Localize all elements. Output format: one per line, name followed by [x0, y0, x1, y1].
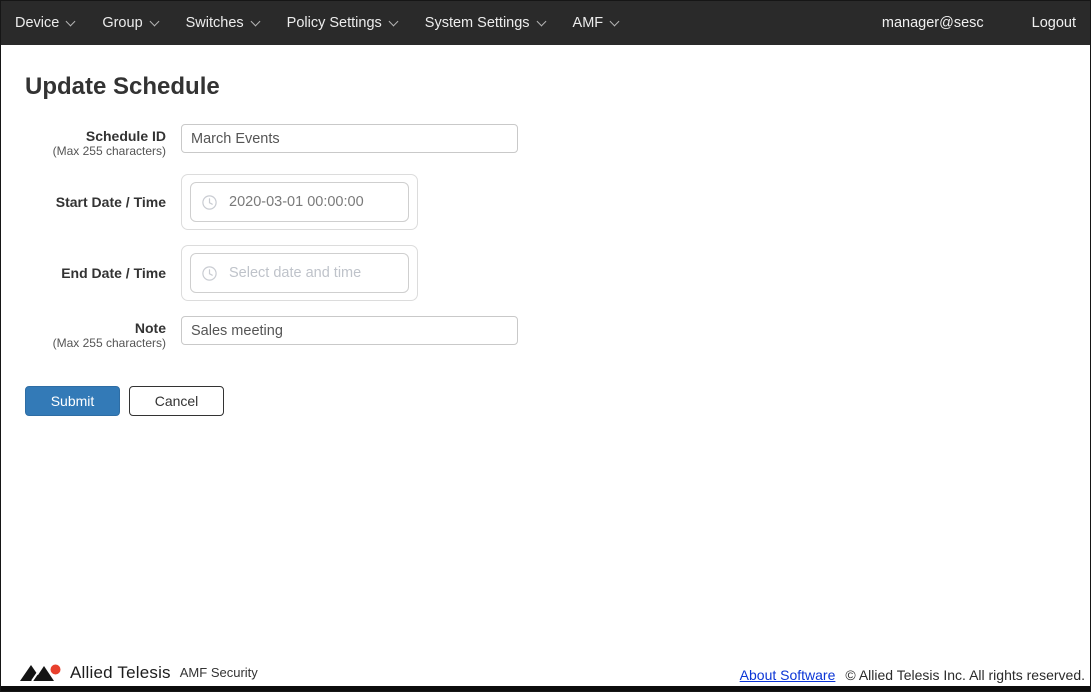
nav-right: manager@sesc Logout	[882, 15, 1076, 31]
brand-name: Allied Telesis	[70, 663, 171, 683]
start-datetime-picker[interactable]: 2020-03-01 00:00:00	[181, 174, 418, 230]
product-name: AMF Security	[180, 665, 258, 681]
nav-menu: Device Group Switches Policy Settings Sy…	[15, 15, 618, 31]
nav-item-label: Device	[15, 15, 59, 31]
nav-item-label: Group	[102, 15, 142, 31]
end-datetime-row: End Date / Time Select date and time	[25, 245, 1066, 301]
brand-block: Allied Telesis AMF Security	[19, 663, 258, 683]
chevron-down-icon	[149, 16, 159, 26]
start-datetime-inner[interactable]: 2020-03-01 00:00:00	[190, 182, 409, 222]
about-software-link[interactable]: About Software	[740, 667, 836, 683]
schedule-id-label: Schedule ID	[25, 128, 166, 144]
logged-in-user: manager@sesc	[882, 15, 984, 31]
chevron-down-icon	[536, 16, 546, 26]
start-datetime-field: 2020-03-01 00:00:00	[181, 174, 418, 230]
end-datetime-picker[interactable]: Select date and time	[181, 245, 418, 301]
note-hint: (Max 255 characters)	[25, 336, 166, 351]
nav-item-label: Policy Settings	[287, 15, 382, 31]
main-content: Update Schedule Schedule ID (Max 255 cha…	[1, 45, 1090, 416]
chevron-down-icon	[388, 16, 398, 26]
nav-item-system-settings[interactable]: System Settings	[425, 15, 545, 31]
schedule-id-row: Schedule ID (Max 255 characters)	[25, 124, 1066, 159]
nav-item-label: System Settings	[425, 15, 530, 31]
footer-content: Allied Telesis AMF Security About Softwa…	[1, 663, 1090, 686]
footer: Allied Telesis AMF Security About Softwa…	[1, 663, 1090, 691]
footer-bottom-bar	[1, 686, 1090, 691]
schedule-id-field	[181, 124, 518, 159]
allied-telesis-logo-icon	[19, 664, 63, 683]
note-label: Note	[25, 320, 166, 336]
nav-item-label: AMF	[573, 15, 604, 31]
note-input[interactable]	[181, 316, 518, 345]
schedule-id-hint: (Max 255 characters)	[25, 144, 166, 159]
end-datetime-placeholder: Select date and time	[229, 265, 361, 281]
nav-item-policy-settings[interactable]: Policy Settings	[287, 15, 397, 31]
start-datetime-value: 2020-03-01 00:00:00	[229, 194, 364, 210]
end-datetime-label: End Date / Time	[25, 265, 166, 281]
page-title: Update Schedule	[25, 73, 1066, 101]
start-datetime-label-block: Start Date / Time	[25, 174, 166, 230]
end-datetime-inner[interactable]: Select date and time	[190, 253, 409, 293]
chevron-down-icon	[66, 16, 76, 26]
copyright-text: © Allied Telesis Inc. All rights reserve…	[845, 667, 1085, 683]
schedule-id-input[interactable]	[181, 124, 518, 153]
top-navbar: Device Group Switches Policy Settings Sy…	[1, 1, 1090, 45]
nav-item-group[interactable]: Group	[102, 15, 157, 31]
note-field	[181, 316, 518, 351]
note-row: Note (Max 255 characters)	[25, 316, 1066, 351]
start-datetime-label: Start Date / Time	[25, 194, 166, 210]
cancel-button[interactable]: Cancel	[129, 386, 224, 416]
schedule-id-label-block: Schedule ID (Max 255 characters)	[25, 124, 166, 159]
logout-link[interactable]: Logout	[1032, 15, 1076, 31]
chevron-down-icon	[610, 16, 620, 26]
nav-item-label: Switches	[186, 15, 244, 31]
nav-item-switches[interactable]: Switches	[186, 15, 259, 31]
chevron-down-icon	[250, 16, 260, 26]
app-window: Device Group Switches Policy Settings Sy…	[0, 0, 1091, 692]
submit-button[interactable]: Submit	[25, 386, 120, 416]
end-datetime-label-block: End Date / Time	[25, 245, 166, 301]
clock-icon	[202, 266, 217, 281]
nav-item-amf[interactable]: AMF	[573, 15, 619, 31]
end-datetime-field: Select date and time	[181, 245, 418, 301]
clock-icon	[202, 195, 217, 210]
form-actions: Submit Cancel	[25, 386, 1066, 416]
nav-item-device[interactable]: Device	[15, 15, 74, 31]
note-label-block: Note (Max 255 characters)	[25, 316, 166, 351]
start-datetime-row: Start Date / Time 2020-03-01 00:00:00	[25, 174, 1066, 230]
footer-right: About Software © Allied Telesis Inc. All…	[740, 667, 1085, 683]
